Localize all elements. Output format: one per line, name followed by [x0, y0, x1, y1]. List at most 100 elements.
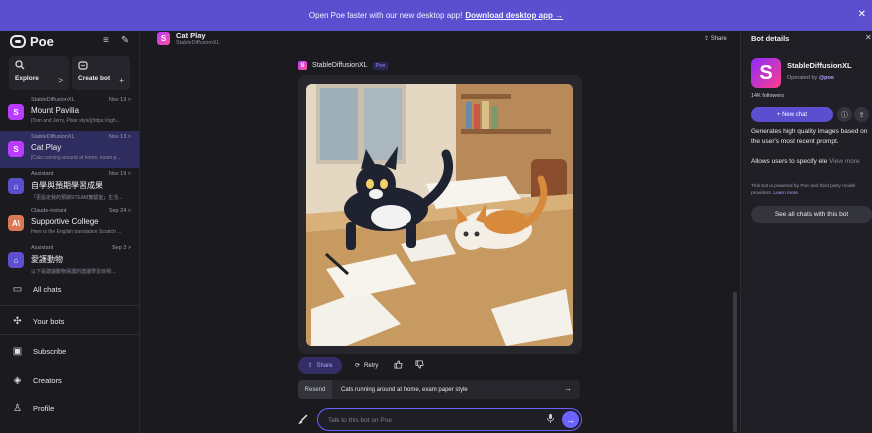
powered-text: This bot is powered by Poe and third par…	[751, 184, 856, 196]
compose-icon[interactable]: ✎	[121, 35, 129, 46]
see-all-chats-button[interactable]: See all chats with this bot	[751, 206, 872, 223]
panel-title: Bot details	[751, 34, 790, 43]
chat-list-item[interactable]: ⌂ Assistant Sep 3 > 愛護動物 以下是建議動物保護的建議學習目…	[0, 242, 139, 279]
explore-button[interactable]: Explore >	[9, 56, 69, 90]
message-input[interactable]	[328, 414, 528, 426]
nav-label: All chats	[33, 284, 62, 294]
share-bot-icon[interactable]: ⇪	[854, 107, 869, 122]
create-bot-label: Create bot	[78, 75, 111, 82]
profile-icon: ♙	[13, 402, 22, 414]
menu-icon[interactable]: ≡	[103, 35, 109, 46]
bot-extra-description: Allows users to specify ele View more	[751, 158, 872, 165]
download-desktop-link[interactable]: Download desktop app →	[465, 11, 563, 20]
nav-label: Your bots	[33, 316, 65, 326]
brand-name: Poe	[30, 34, 54, 49]
explore-label: Explore	[15, 75, 39, 82]
banner-text: Open Poe faster with our new desktop app…	[308, 11, 463, 20]
nav-all-chats[interactable]: ▭ All chats	[0, 275, 139, 303]
bot-avatar-large: S	[751, 58, 781, 88]
chat-area: S Cat Play StableDiffusionXL ⇪ Share S S…	[140, 31, 740, 433]
chat-title: 愛護動物	[31, 255, 63, 264]
bot-name: StableDiffusionXL	[787, 61, 852, 70]
bot-avatar: A\	[8, 215, 24, 231]
share-button[interactable]: ⇪ Share	[298, 357, 342, 374]
bot-badge: Poe	[372, 61, 389, 70]
chat-subtitle[interactable]: StableDiffusionXL	[176, 40, 220, 46]
brush-icon[interactable]	[297, 414, 308, 428]
create-bot-button[interactable]: Create bot +	[72, 56, 130, 90]
bot-name[interactable]: StableDiffusionXL	[312, 62, 368, 69]
chat-date: Sep 3 >	[111, 245, 131, 251]
divider	[0, 305, 139, 306]
chat-title: Supportive College	[31, 217, 99, 226]
nav-profile[interactable]: ♙ Profile	[0, 394, 139, 422]
view-more-link[interactable]: View more	[829, 158, 860, 165]
thumbs-down-icon[interactable]	[412, 360, 426, 371]
bot-avatar: S	[8, 141, 24, 157]
retry-button[interactable]: ⟳ Retry	[349, 357, 384, 374]
search-icon	[15, 60, 63, 73]
chat-header: S Cat Play StableDiffusionXL ⇪ Share	[140, 31, 740, 53]
chat-date: Nov 13 >	[108, 97, 131, 103]
sidebar: Poe ≡ ✎ Explore > Create bot + S StableD…	[0, 31, 140, 433]
operator-link[interactable]: @poe	[819, 75, 834, 81]
chat-date: Nov 13 >	[108, 134, 131, 140]
chat-snippet: Here is the English translation Scratch …	[31, 229, 122, 235]
bot-message: S StableDiffusionXL Poe	[298, 61, 582, 354]
operator-line: Operated by @poe	[787, 75, 834, 81]
retry-label: Retry	[364, 362, 379, 369]
new-chat-button[interactable]: + New chat	[751, 107, 833, 122]
chats-icon: ▭	[12, 283, 23, 295]
arrow-right-icon[interactable]: →	[564, 384, 572, 393]
chat-title: Cat Play	[31, 143, 62, 152]
creators-icon: ◈	[13, 374, 22, 386]
thumbs-up-icon[interactable]	[391, 360, 405, 371]
bots-icon: ✣	[13, 315, 22, 327]
generated-image[interactable]	[306, 84, 573, 346]
nav-your-bots[interactable]: ✣ Your bots	[0, 307, 139, 335]
poe-logo[interactable]: Poe	[10, 34, 54, 49]
share-chat-button[interactable]: ⇪ Share	[704, 35, 727, 42]
chat-date: Sep 24 >	[108, 208, 131, 214]
nav-creators[interactable]: ◈ Creators	[0, 366, 139, 394]
operated-by-label: Operated by	[787, 75, 818, 81]
chat-snippet: [Cats running around at home, exam p...	[31, 155, 121, 161]
chat-date: Nov 19 >	[108, 171, 131, 177]
resend-suggestion[interactable]: Resend Cats running around at home, exam…	[298, 380, 580, 399]
bot-avatar: S	[8, 104, 24, 120]
bot-avatar: S	[298, 61, 307, 70]
chat-title: Cat Play	[176, 31, 206, 40]
send-button[interactable]: →	[562, 411, 579, 428]
nav-subscribe[interactable]: ▣ Subscribe	[0, 337, 139, 365]
chat-snippet: [Tom and Jerry, Pixar style](https://sgh…	[31, 118, 120, 124]
chat-snippet: 「更設定我的預期STEAM實驗室」生活...	[31, 195, 123, 201]
share-icon: ⇪	[307, 363, 313, 369]
microphone-icon[interactable]	[547, 414, 554, 425]
info-icon[interactable]: ⓘ	[837, 107, 852, 122]
subscribe-icon: ▣	[12, 345, 23, 357]
bot-description: Generates high quality images based on t…	[751, 128, 868, 145]
bot-details-panel: Bot details ✕ S StableDiffusionXL Operat…	[740, 31, 872, 433]
chat-list-item-active[interactable]: S StableDiffusionXL Nov 13 > Cat Play [C…	[0, 131, 139, 168]
chat-list-item[interactable]: ⌂ Assistant Nov 19 > 自學與預期學習成果 「更設定我的預期S…	[0, 168, 139, 205]
bot-avatar-small[interactable]: S	[157, 32, 170, 45]
allows-text: Allows users to specify ele	[751, 158, 828, 165]
chevron-right-icon: >	[58, 76, 63, 85]
bot-icon	[78, 60, 124, 73]
divider	[0, 334, 139, 335]
close-icon[interactable]: ✕	[865, 33, 872, 42]
retry-icon: ⟳	[355, 363, 361, 369]
poe-logo-icon	[10, 35, 26, 48]
learn-more-link[interactable]: Learn more	[773, 191, 798, 196]
bot-avatar: ⌂	[8, 252, 24, 268]
desktop-app-banner: Open Poe faster with our new desktop app…	[0, 0, 872, 31]
chat-list-item[interactable]: S StableDiffusionXL Nov 13 > Mount Pavil…	[0, 94, 139, 131]
banner-close-icon[interactable]: ✕	[858, 9, 866, 20]
resend-text: Cats running around at home, exam paper …	[341, 386, 468, 393]
nav-label: Profile	[33, 403, 55, 413]
chat-list-item[interactable]: A\ Claude-instant Sep 24 > Supportive Co…	[0, 205, 139, 242]
share-label: Share	[316, 362, 333, 369]
resend-label: Resend	[298, 380, 332, 399]
bot-avatar: ⌂	[8, 178, 24, 194]
scrollbar[interactable]	[733, 292, 737, 432]
